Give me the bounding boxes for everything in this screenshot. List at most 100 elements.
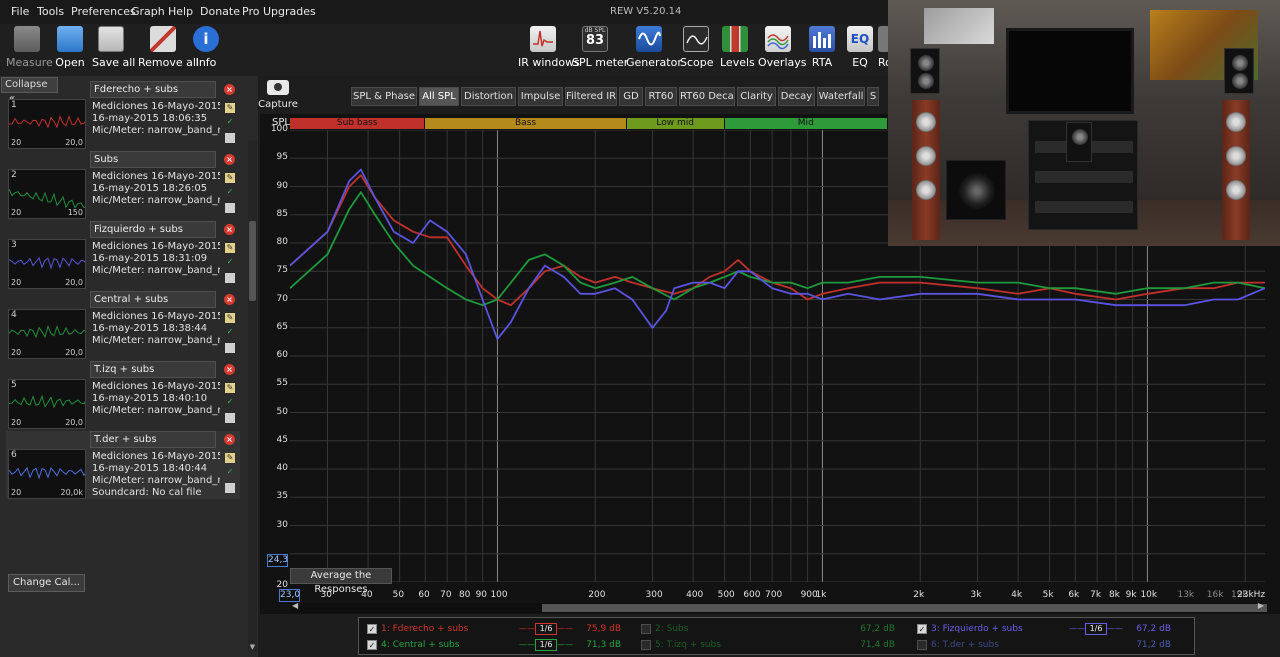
edit-notes-icon[interactable]: ✎ — [225, 313, 235, 323]
smoothing-selector[interactable]: —— 1/6 —— — [519, 638, 573, 652]
close-icon[interactable]: × — [224, 154, 235, 165]
spl-meter-button[interactable]: dB SPL 83 SPL meter — [572, 26, 628, 74]
measurement-details: Mediciones 16-Mayo-2015.md16-may-2015 18… — [92, 171, 220, 206]
menu-preferences[interactable]: Preferences — [71, 5, 136, 18]
tab-clarity[interactable]: Clarity — [737, 87, 776, 106]
scroll-right-arrow-icon[interactable]: ▶ — [1258, 601, 1264, 610]
tab-spl-phase[interactable]: SPL & Phase — [351, 87, 417, 106]
smoothing-selector[interactable]: —— 1/6 —— — [1069, 622, 1123, 636]
measurement-thumbnail[interactable]: 2 20 150 — [8, 169, 86, 219]
tab-s[interactable]: S — [867, 87, 879, 106]
change-cal-button[interactable]: Change Cal... — [8, 574, 85, 592]
scope-button[interactable]: Scope — [680, 26, 714, 74]
x-tick-label: 23kHz — [1237, 590, 1266, 600]
close-icon[interactable]: × — [224, 364, 235, 375]
measurement-thumbnail[interactable]: 1 20 20,0 — [8, 99, 86, 149]
remove-all-button[interactable]: Remove all — [138, 26, 199, 74]
legend-value: 75,9 dB — [586, 624, 621, 634]
legend-value: 71,2 dB — [1136, 640, 1171, 650]
rew-window: File Tools Preferences Graph Help Donate… — [0, 0, 1280, 657]
close-icon[interactable]: × — [224, 224, 235, 235]
measurement-name-field[interactable]: Central + subs — [90, 291, 216, 308]
tab-rt60[interactable]: RT60 — [645, 87, 677, 106]
measurement-item[interactable]: 3 20 20,0 Fizquierdo + subs × Mediciones 16-M… — [6, 221, 240, 289]
rta-button[interactable]: RTA — [808, 26, 836, 74]
tab-all-spl[interactable]: All SPL — [419, 87, 459, 106]
edit-notes-icon[interactable]: ✎ — [225, 383, 235, 393]
tv-image — [1006, 28, 1134, 114]
measurement-item[interactable]: 220150Subs × Mediciones 16-Mayo-2015.md16-… — [6, 151, 240, 219]
legend-checkbox[interactable] — [917, 640, 927, 650]
legend-checkbox[interactable]: ✓ — [367, 624, 377, 634]
edit-notes-icon[interactable]: ✎ — [225, 103, 235, 113]
graph-horizontal-scrollbar[interactable]: ◀ ▶ — [290, 601, 1267, 613]
save-all-button[interactable]: Save all — [92, 26, 135, 74]
tab-filtered-ir[interactable]: Filtered IR — [565, 87, 617, 106]
cal-check-icon: ✓ — [226, 327, 234, 336]
close-icon[interactable]: × — [224, 294, 235, 305]
y-min-field[interactable]: 24,3 — [267, 554, 288, 567]
close-icon[interactable]: × — [224, 434, 235, 445]
tab-decay[interactable]: Decay — [778, 87, 815, 106]
menu-graph[interactable]: Graph — [131, 5, 165, 18]
tab-impulse[interactable]: Impulse — [518, 87, 563, 106]
edit-notes-icon[interactable]: ✎ — [225, 453, 235, 463]
menu-donate[interactable]: Donate — [200, 5, 240, 18]
band-bass: Bass — [425, 118, 626, 129]
open-button[interactable]: Open — [54, 26, 86, 74]
tab-distortion[interactable]: Distortion — [461, 87, 516, 106]
panel-scrollbar[interactable]: ▼ — [248, 141, 257, 651]
x-tick-label: 4k — [1011, 590, 1023, 600]
measurement-name-field[interactable]: Subs — [90, 151, 216, 168]
smoothing-selector[interactable]: —— 1/6 —— — [519, 622, 573, 636]
measurement-thumbnail[interactable]: 4 20 20,0 — [8, 309, 86, 359]
tab-gd[interactable]: GD — [619, 87, 643, 106]
file-icon — [225, 483, 235, 493]
eq-button[interactable]: EQ EQ — [846, 26, 874, 74]
legend-checkbox[interactable]: ✓ — [917, 624, 927, 634]
measurement-name-field[interactable]: T.der + subs — [90, 431, 216, 448]
generator-button[interactable]: Generator — [626, 26, 682, 74]
graph-scroll-thumb[interactable] — [542, 604, 1267, 612]
measurement-item[interactable]: 6 20 20,0k T.der + subs × Mediciones 16-Mayo-… — [6, 431, 240, 499]
y-tick-label: 50 — [276, 406, 288, 417]
measurement-name-field[interactable]: Fderecho + subs — [90, 81, 216, 98]
menu-help[interactable]: Help — [168, 5, 193, 18]
close-icon[interactable]: × — [224, 84, 235, 95]
measure-button[interactable]: Measure — [6, 26, 53, 74]
measurement-item[interactable]: 5 20 20,0 T.izq + subs × Mediciones 16-Mayo-2… — [6, 361, 240, 429]
overlays-button[interactable]: Overlays — [758, 26, 807, 74]
ir-windows-button[interactable]: IR windows — [518, 26, 580, 74]
measurement-item[interactable]: 1 20 20,0 Fderecho + subs × Mediciones 16-May… — [6, 81, 240, 149]
legend-checkbox[interactable] — [641, 640, 651, 650]
average-responses-button[interactable]: Average the Responses — [290, 568, 392, 595]
measurement-name-field[interactable]: T.izq + subs — [90, 361, 216, 378]
measurement-thumbnail[interactable]: 3 20 20,0 — [8, 239, 86, 289]
legend-checkbox[interactable]: ✓ — [367, 640, 377, 650]
tab-waterfall[interactable]: Waterfall — [817, 87, 865, 106]
tab-rt60-decay[interactable]: RT60 Decay — [679, 87, 735, 106]
thumbnail-trace — [9, 466, 85, 480]
x-tick-label: 600 — [743, 590, 761, 600]
menu-tools[interactable]: Tools — [37, 5, 64, 18]
scroll-left-arrow-icon[interactable]: ◀ — [292, 601, 298, 610]
menu-file[interactable]: File — [11, 5, 29, 18]
spl-meter-icon: dB SPL 83 — [582, 26, 608, 52]
legend-entry: ✓ 3: Fizquierdo + subs —— 1/6 —— 67,2 dB — [917, 622, 1185, 636]
measurement-name-field[interactable]: Fizquierdo + subs — [90, 221, 216, 238]
menu-pro-upgrades[interactable]: Pro Upgrades — [242, 5, 316, 18]
legend-checkbox[interactable] — [641, 624, 651, 634]
levels-button[interactable]: Levels — [720, 26, 755, 74]
panel-scroll-thumb[interactable] — [249, 221, 256, 301]
info-button[interactable]: i Info — [192, 26, 220, 74]
scroll-down-arrow-icon[interactable]: ▼ — [248, 643, 257, 651]
measurement-thumbnail[interactable]: 5 20 20,0 — [8, 379, 86, 429]
measurement-thumbnail[interactable]: 6 20 20,0k — [8, 449, 86, 499]
capture-button[interactable]: Capture — [258, 80, 298, 116]
x-tick-label: 700 — [765, 590, 783, 600]
y-tick-label: 100 — [270, 124, 288, 134]
edit-notes-icon[interactable]: ✎ — [225, 173, 235, 183]
measurement-item[interactable]: 4 20 20,0 Central + subs × Mediciones 16-Mayo… — [6, 291, 240, 359]
edit-notes-icon[interactable]: ✎ — [225, 243, 235, 253]
remove-all-icon — [150, 26, 176, 52]
